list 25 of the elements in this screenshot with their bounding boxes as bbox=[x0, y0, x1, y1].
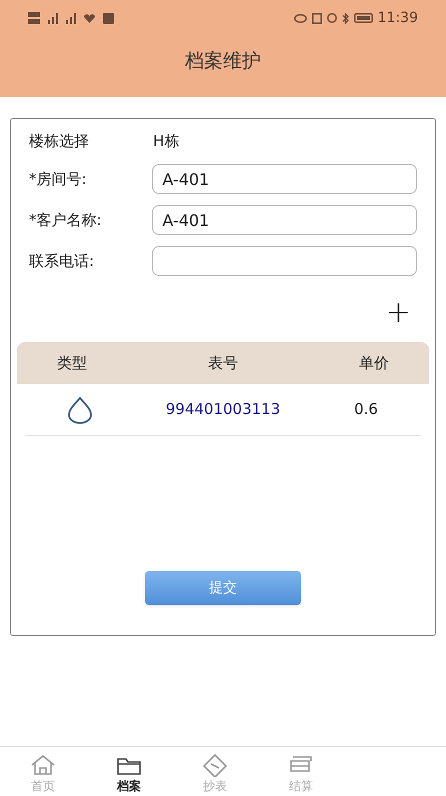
bluetooth-icon bbox=[342, 12, 349, 24]
input-field[interactable] bbox=[152, 246, 417, 276]
heart-icon bbox=[84, 14, 95, 22]
house-icon bbox=[29, 753, 57, 777]
field-label: *客户名称: bbox=[29, 210, 103, 231]
meter-number-link[interactable]: 994401003113 bbox=[135, 398, 311, 421]
field-label: 楼栋选择 bbox=[29, 130, 90, 152]
diamond-icon bbox=[201, 753, 229, 777]
field-label: 联系电话: bbox=[29, 250, 96, 272]
water-drop-icon bbox=[67, 396, 93, 424]
page-title: 档案维护 bbox=[185, 49, 261, 74]
input-field[interactable]: A-401 bbox=[152, 164, 417, 194]
tab-item[interactable]: 档案 bbox=[86, 753, 172, 796]
building-value[interactable]: H栋 bbox=[153, 130, 180, 152]
column-header: 单价 bbox=[358, 352, 390, 374]
signal-icon bbox=[48, 12, 58, 24]
column-header: 表号 bbox=[207, 352, 239, 374]
signal-icon bbox=[66, 12, 76, 24]
table-cell-text: 0.6 bbox=[353, 399, 379, 420]
column-header: 类型 bbox=[56, 352, 88, 374]
field-label: *房间号: bbox=[29, 168, 88, 190]
status-time: 11:39 bbox=[378, 8, 418, 28]
input-field[interactable]: A-401 bbox=[152, 205, 417, 235]
add-button[interactable]: + bbox=[386, 298, 411, 328]
battery-icon bbox=[354, 13, 373, 23]
